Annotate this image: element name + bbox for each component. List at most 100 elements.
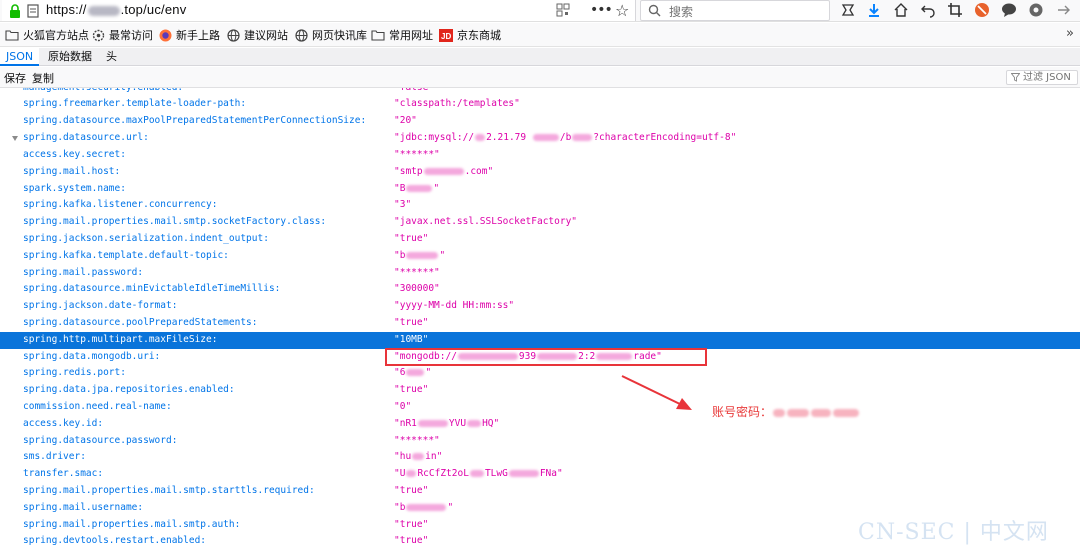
firefox-icon xyxy=(159,29,172,41)
json-row[interactable]: spring.mail.host: "smtp .com" xyxy=(0,164,1080,181)
bookmark-item[interactable]: 网页快讯库 xyxy=(295,27,367,43)
json-row-selected[interactable]: spring.http.multipart.maxFileSize: "10MB" xyxy=(0,332,1080,349)
bookmark-item[interactable]: 建议网站 xyxy=(227,27,288,43)
json-row[interactable]: spring.datasource.password: "******" xyxy=(0,433,1080,450)
json-value: "jdbc:mysql://2.21.79 /b ?characterEncodi… xyxy=(394,132,737,143)
folder-icon xyxy=(5,30,19,41)
page-actions-icon[interactable]: ••• xyxy=(590,2,613,18)
filter-json-input[interactable]: 过滤 JSON xyxy=(1006,70,1078,85)
json-row[interactable]: spring.data.jpa.repositories.enabled: "tr… xyxy=(0,382,1080,399)
json-tree: management.security.enabled:"false" spri… xyxy=(0,88,1080,549)
json-key: spring.data.mongodb.uri: xyxy=(23,351,161,362)
json-row[interactable]: spring.kafka.listener.concurrency: "3" xyxy=(0,197,1080,214)
expand-toggle-icon[interactable] xyxy=(12,136,18,141)
gear-icon xyxy=(92,29,105,41)
library-icon[interactable] xyxy=(840,2,856,18)
copy-button[interactable]: 复制 xyxy=(32,70,54,86)
bookmark-item[interactable]: 常用网址 xyxy=(371,27,433,43)
lock-icon[interactable] xyxy=(7,3,23,19)
json-row[interactable]: transfer.smac: "U RcCfZt2oL TLwG FNa" xyxy=(0,466,1080,483)
bookmark-item[interactable]: JD 京东商城 xyxy=(439,27,501,43)
home-icon[interactable] xyxy=(893,2,909,18)
more-bookmarks-icon[interactable]: » xyxy=(1066,26,1074,41)
search-input[interactable]: 搜索 xyxy=(669,3,693,20)
json-row[interactable]: spring.mail.properties.mail.smtp.starttl… xyxy=(0,483,1080,500)
json-key: spring.kafka.listener.concurrency: xyxy=(23,199,218,210)
json-value: "true" xyxy=(394,317,429,328)
qr-code-icon[interactable] xyxy=(556,3,570,17)
bookmark-label: 建议网站 xyxy=(244,29,288,42)
page-info-icon[interactable] xyxy=(26,3,40,19)
settings-icon[interactable] xyxy=(1028,2,1044,18)
json-row[interactable]: spring.datasource.url: "jdbc:mysql://2.2… xyxy=(0,130,1080,147)
json-key: sms.driver: xyxy=(23,451,86,462)
save-button[interactable]: 保存 xyxy=(4,70,26,86)
jd-icon: JD xyxy=(439,28,453,42)
json-value: "U RcCfZt2oL TLwG FNa" xyxy=(394,468,563,479)
json-key: spring.redis.port: xyxy=(23,367,126,378)
json-value: "******" xyxy=(394,149,440,160)
json-row[interactable]: spring.datasource.poolPreparedStatements… xyxy=(0,315,1080,332)
json-row[interactable]: spark.system.name: "B " xyxy=(0,181,1080,198)
bookmark-item[interactable]: 新手上路 xyxy=(159,27,220,43)
json-value: "true" xyxy=(394,519,429,530)
globe-icon xyxy=(295,28,308,42)
forward-icon[interactable] xyxy=(1056,2,1072,18)
redacted-text xyxy=(811,408,832,417)
filter-placeholder: 过滤 JSON xyxy=(1023,72,1071,83)
bookmark-item[interactable]: 最常访问 xyxy=(92,27,153,43)
url-bar[interactable]: https:// .top/uc/env ••• ☆ xyxy=(2,0,636,21)
bookmark-label: 火狐官方站点 xyxy=(23,29,89,42)
crop-icon[interactable] xyxy=(947,2,963,18)
json-key: spring.data.jpa.repositories.enabled: xyxy=(23,384,235,395)
json-row[interactable]: commission.need.real-name: "0" xyxy=(0,399,1080,416)
url-path: .top/uc/env xyxy=(120,2,187,17)
json-row[interactable]: spring.mail.properties.mail.smtp.socketF… xyxy=(0,214,1080,231)
json-key: spring.devtools.restart.enabled: xyxy=(23,535,207,546)
browser-toolbar: https:// .top/uc/env ••• ☆ 搜索 xyxy=(0,0,1080,22)
json-row[interactable]: spring.datasource.maxPoolPreparedStateme… xyxy=(0,113,1080,130)
bookmark-label: 网页快讯库 xyxy=(312,29,367,42)
json-value: "b " xyxy=(394,250,446,261)
tab-headers[interactable]: 头 xyxy=(100,48,123,66)
extension-icon[interactable] xyxy=(974,2,990,18)
json-row[interactable]: sms.driver: "hu in" xyxy=(0,449,1080,466)
annotation-text: 账号密码： xyxy=(712,405,773,419)
json-key: spring.mail.password: xyxy=(23,267,144,278)
json-value: "10MB" xyxy=(394,334,429,345)
json-value: "******" xyxy=(394,435,440,446)
json-value: "hu in" xyxy=(394,451,443,462)
annotation-label: 账号密码： xyxy=(712,403,860,420)
globe-icon xyxy=(227,28,240,42)
json-key: spring.mail.properties.mail.smtp.socketF… xyxy=(23,216,327,227)
chat-icon[interactable] xyxy=(1001,2,1017,18)
annotation-arrow-icon xyxy=(621,375,692,410)
json-row[interactable]: spring.redis.port: "6 " xyxy=(0,365,1080,382)
json-value: "0" xyxy=(394,401,412,412)
highlight-box xyxy=(385,348,707,366)
search-box[interactable]: 搜索 xyxy=(640,0,830,21)
json-row[interactable]: spring.datasource.minEvictableIdleTimeMi… xyxy=(0,281,1080,298)
json-key: access.key.secret: xyxy=(23,149,126,160)
download-icon[interactable] xyxy=(866,2,882,18)
json-key: spark.system.name: xyxy=(23,183,126,194)
json-row[interactable]: access.key.secret: "******" xyxy=(0,147,1080,164)
json-row[interactable]: spring.jackson.serialization.indent_outp… xyxy=(0,231,1080,248)
redacted-text xyxy=(787,408,810,417)
json-value: "javax.net.ssl.SSLSocketFactory" xyxy=(394,216,578,227)
json-value: "300000" xyxy=(394,283,440,294)
json-key: spring.datasource.minEvictableIdleTimeMi… xyxy=(23,283,281,294)
undo-icon[interactable] xyxy=(920,2,936,18)
json-row[interactable]: spring.mail.password: "******" xyxy=(0,265,1080,282)
json-row[interactable]: spring.kafka.template.default-topic: "b " xyxy=(0,248,1080,265)
folder-icon xyxy=(371,30,385,41)
json-viewer-tabs: JSON 原始数据 头 xyxy=(0,48,1080,66)
bookmark-star-icon[interactable]: ☆ xyxy=(615,1,629,20)
url-text[interactable]: https:// .top/uc/env xyxy=(46,2,186,17)
bookmark-item[interactable]: 火狐官方站点 xyxy=(5,27,89,43)
json-row[interactable]: access.key.id: "nR1 YVU HQ" xyxy=(0,416,1080,433)
json-row[interactable]: spring.jackson.date-format: "yyyy-MM-dd H… xyxy=(0,298,1080,315)
tab-raw-data[interactable]: 原始数据 xyxy=(42,48,98,66)
tab-json[interactable]: JSON xyxy=(0,48,40,66)
json-row[interactable]: spring.freemarker.template-loader-path: "… xyxy=(0,96,1080,113)
